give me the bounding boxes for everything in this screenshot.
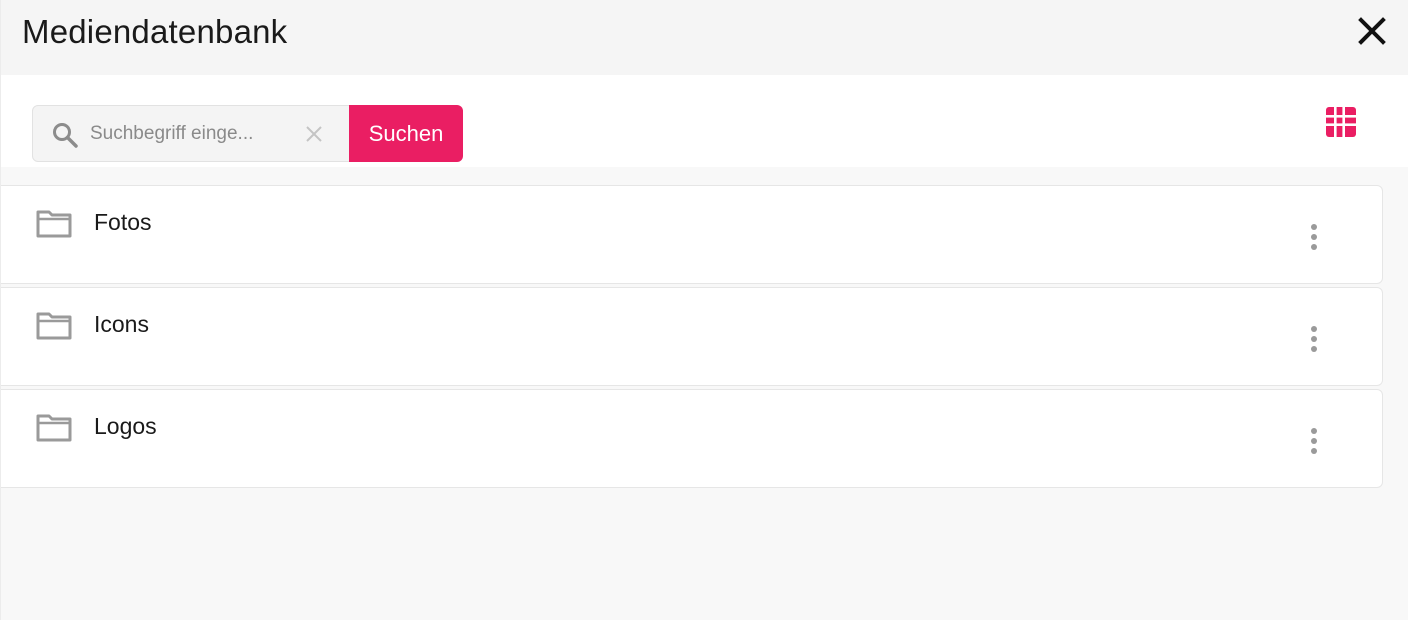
dialog-header: Mediendatenbank: [1, 0, 1408, 75]
folder-menu-button[interactable]: [1301, 426, 1327, 458]
folder-row-logos[interactable]: Logos: [1, 389, 1383, 488]
folder-menu-button[interactable]: [1301, 222, 1327, 254]
media-library-dialog: Mediendatenbank Suchen: [0, 0, 1408, 620]
folder-row-fotos[interactable]: Fotos: [1, 185, 1383, 284]
search-submit-button[interactable]: Suchen: [349, 105, 463, 162]
folder-menu-button[interactable]: [1301, 324, 1327, 356]
search-toolbar: Suchen: [1, 75, 1408, 167]
more-vertical-icon: [1311, 428, 1317, 454]
clear-search-button[interactable]: [303, 123, 325, 145]
folder-icon: [36, 210, 72, 238]
folder-name: Fotos: [94, 209, 152, 235]
more-vertical-icon: [1311, 326, 1317, 352]
search-input[interactable]: [90, 120, 290, 148]
close-button[interactable]: [1354, 13, 1390, 49]
folder-icon: [36, 312, 72, 340]
more-vertical-icon: [1311, 224, 1317, 250]
close-icon: [1358, 17, 1386, 45]
search-box: [32, 105, 350, 162]
folder-name: Logos: [94, 413, 157, 439]
search-icon: [53, 123, 78, 148]
grid-view-toggle[interactable]: [1323, 104, 1359, 140]
dialog-title: Mediendatenbank: [22, 13, 288, 50]
folder-icon: [36, 414, 72, 442]
folder-row-icons[interactable]: Icons: [1, 287, 1383, 386]
clear-icon: [306, 126, 322, 142]
folder-name: Icons: [94, 311, 149, 337]
grid-view-icon: [1326, 107, 1356, 137]
